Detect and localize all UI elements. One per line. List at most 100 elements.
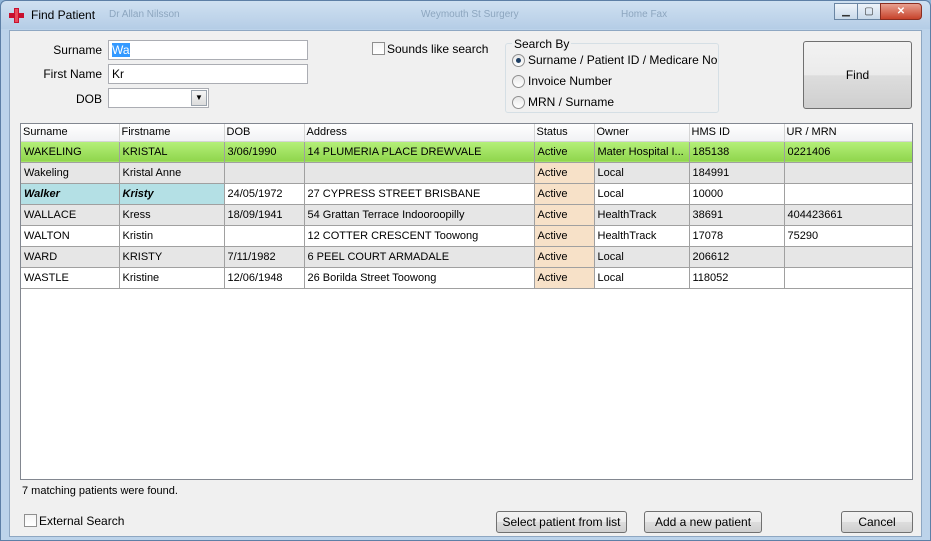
minimize-button[interactable]: ▁ (834, 3, 858, 20)
firstname-label: First Name (43, 67, 102, 81)
cell-hms-id: 118052 (689, 267, 785, 289)
column-header-firstname[interactable]: Firstname (119, 124, 225, 142)
cell-firstname: Kress (119, 204, 225, 226)
radio-mrn-surname[interactable] (512, 96, 525, 109)
cell-surname: Wakeling (21, 162, 120, 184)
surname-value: Wa (112, 43, 130, 57)
cell-hms-id: 184991 (689, 162, 785, 184)
cell-hms-id: 38691 (689, 204, 785, 226)
cell-status: Active (534, 183, 595, 205)
background-title-text: Weymouth St Surgery (421, 9, 519, 20)
cell-status: Active (534, 204, 595, 226)
column-header-dob[interactable]: DOB (224, 124, 305, 142)
cell-dob: 24/05/1972 (224, 183, 305, 205)
radio-surname-id-medicare[interactable] (512, 54, 525, 67)
cell-dob: 12/06/1948 (224, 267, 305, 289)
cell-surname: WARD (21, 246, 120, 268)
search-by-group: Search By Surname / Patient ID / Medicar… (505, 37, 719, 113)
external-search-label: External Search (39, 514, 125, 528)
table-row[interactable]: Walker Kristy 24/05/1972 27 CYPRESS STRE… (21, 183, 912, 205)
cell-ur-mrn (784, 267, 912, 289)
cell-status: Active (534, 267, 595, 289)
cell-surname: Walker (21, 183, 120, 205)
search-by-title: Search By (512, 37, 572, 51)
cell-owner: Local (594, 162, 690, 184)
cell-dob: 18/09/1941 (224, 204, 305, 226)
surname-label: Surname (53, 43, 102, 57)
cell-address: 14 PLUMERIA PLACE DREWVALE (304, 141, 535, 163)
column-header-surname[interactable]: Surname (21, 124, 120, 142)
cell-address: 6 PEEL COURT ARMADALE (304, 246, 535, 268)
surname-input[interactable]: Wa (108, 40, 308, 60)
column-header-address[interactable]: Address (304, 124, 535, 142)
cell-firstname: KRISTY (119, 246, 225, 268)
cell-owner: HealthTrack (594, 225, 690, 247)
cell-address: 12 COTTER CRESCENT Toowong (304, 225, 535, 247)
external-search-checkbox[interactable] (24, 514, 37, 527)
cell-dob: 7/11/1982 (224, 246, 305, 268)
cell-ur-mrn: 404423661 (784, 204, 912, 226)
sounds-like-label: Sounds like search (387, 42, 489, 56)
cell-owner: Local (594, 267, 690, 289)
dob-picker[interactable]: ▼ (108, 88, 209, 108)
column-header-owner[interactable]: Owner (594, 124, 690, 142)
cell-status: Active (534, 225, 595, 247)
cell-ur-mrn: 0221406 (784, 141, 912, 163)
cancel-button[interactable]: Cancel (841, 511, 913, 533)
medical-cross-icon (9, 8, 24, 23)
select-patient-button[interactable]: Select patient from list (496, 511, 627, 533)
sounds-like-checkbox[interactable] (372, 42, 385, 55)
table-row[interactable]: WAKELING KRISTAL 3/06/1990 14 PLUMERIA P… (21, 141, 912, 163)
firstname-input[interactable]: Kr (108, 64, 308, 84)
cell-ur-mrn: 75290 (784, 225, 912, 247)
table-row[interactable]: WALTON Kristin 12 COTTER CRESCENT Toowon… (21, 225, 912, 247)
column-header-status[interactable]: Status (534, 124, 595, 142)
table-row[interactable]: WASTLE Kristine 12/06/1948 26 Borilda St… (21, 267, 912, 289)
add-new-patient-button[interactable]: Add a new patient (644, 511, 762, 533)
find-button-label: Find (845, 68, 870, 82)
column-header-hms-id[interactable]: HMS ID (689, 124, 785, 142)
window-controls: ▁ ▢ ✕ (834, 3, 922, 20)
close-icon: ✕ (896, 6, 906, 17)
cell-firstname: Kristal Anne (119, 162, 225, 184)
cell-ur-mrn (784, 246, 912, 268)
cell-firstname: Kristine (119, 267, 225, 289)
cell-dob (224, 162, 305, 184)
cancel-button-label: Cancel (858, 515, 896, 529)
window-title: Find Patient (31, 8, 96, 22)
close-button[interactable]: ✕ (880, 3, 922, 20)
title-bar[interactable]: Find Patient Dr Allan Nilsson Weymouth S… (1, 1, 930, 29)
patient-results-grid[interactable]: Surname Firstname DOB Address Status Own… (20, 123, 913, 480)
cell-dob (224, 225, 305, 247)
cell-owner: Local (594, 246, 690, 268)
cell-address (304, 162, 535, 184)
select-patient-button-label: Select patient from list (502, 515, 621, 529)
find-button[interactable]: Find (803, 41, 912, 109)
maximize-icon: ▢ (864, 6, 874, 17)
radio-label: Surname / Patient ID / Medicare No (528, 53, 718, 67)
status-message: 7 matching patients were found. (22, 485, 178, 497)
radio-invoice-number[interactable] (512, 75, 525, 88)
radio-label: Invoice Number (528, 74, 613, 88)
patient-table: Surname Firstname DOB Address Status Own… (21, 124, 912, 289)
cell-address: 27 CYPRESS STREET BRISBANE (304, 183, 535, 205)
cell-hms-id: 185138 (689, 141, 785, 163)
cell-firstname: Kristy (119, 183, 225, 205)
table-row[interactable]: WARD KRISTY 7/11/1982 6 PEEL COURT ARMAD… (21, 246, 912, 268)
column-header-ur-mrn[interactable]: UR / MRN (784, 124, 912, 142)
cell-surname: WAKELING (21, 141, 120, 163)
cell-status: Active (534, 141, 595, 163)
cell-hms-id: 206612 (689, 246, 785, 268)
table-row[interactable]: WALLACE Kress 18/09/1941 54 Grattan Terr… (21, 204, 912, 226)
minimize-icon: ▁ (842, 6, 850, 17)
cell-owner: Mater Hospital I... (594, 141, 690, 163)
chevron-down-icon[interactable]: ▼ (191, 90, 207, 106)
status-bar: 7 matching patients were found. (20, 482, 913, 502)
cell-address: 54 Grattan Terrace Indooroopilly (304, 204, 535, 226)
maximize-button[interactable]: ▢ (857, 3, 881, 20)
dialog-client-area: Surname Wa First Name Kr DOB ▼ Sounds li… (9, 30, 922, 537)
cell-owner: Local (594, 183, 690, 205)
table-row[interactable]: Wakeling Kristal Anne Active Local 18499… (21, 162, 912, 184)
cell-hms-id: 17078 (689, 225, 785, 247)
cell-status: Active (534, 246, 595, 268)
